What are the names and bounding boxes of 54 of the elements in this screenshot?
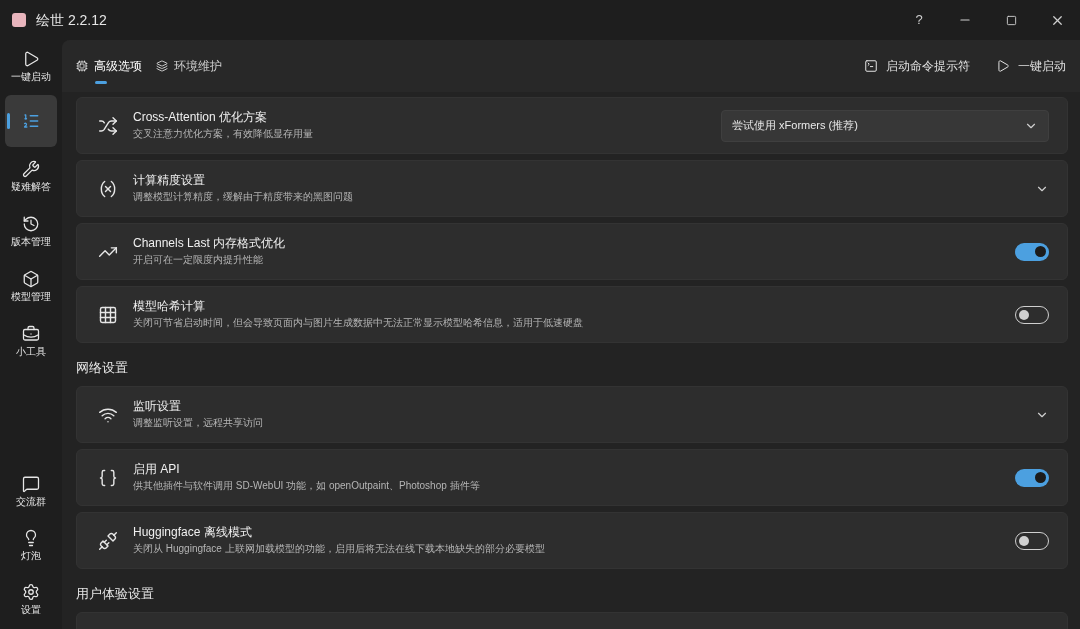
layers-icon <box>156 60 168 72</box>
maximize-icon <box>1005 14 1017 26</box>
toolbar-button[interactable]: 启动命令提示符 <box>864 50 970 82</box>
setting-title: Channels Last 内存格式优化 <box>133 236 287 252</box>
braces-icon <box>98 467 118 488</box>
list-icon <box>22 112 40 130</box>
setting-title: 启用 API <box>133 462 181 478</box>
history-icon <box>22 215 40 233</box>
play-icon <box>996 59 1010 73</box>
wrench-icon <box>22 160 40 178</box>
setting-description: 调整监听设置，远程共享访问 <box>133 417 264 430</box>
sidebar-item[interactable]: 设置 <box>5 573 57 625</box>
sidebar-item[interactable]: 小工具 <box>5 315 57 367</box>
setting-description: 开启可在一定限度内提升性能 <box>133 254 264 267</box>
sidebar-item[interactable]: 疑难解答 <box>5 150 57 202</box>
sidebar-item[interactable]: 交流群 <box>5 465 57 517</box>
toolbar-button[interactable]: 一键启动 <box>996 50 1066 82</box>
setting-description: 关闭从 Huggingface 上联网加载模型的功能，启用后将无法在线下载本地缺失的部分必要模型 <box>133 543 546 556</box>
play-icon <box>22 50 40 68</box>
grid-icon <box>98 304 118 325</box>
selection-indicator <box>7 113 10 129</box>
toggle-switch[interactable] <box>1015 468 1049 487</box>
setting-title: Cross-Attention 优化方案 <box>133 110 269 126</box>
setting-title: 计算精度设置 <box>133 173 206 189</box>
terminal-icon <box>864 59 878 73</box>
section-heading: 网络设置 <box>76 360 129 377</box>
tab[interactable]: 高级选项 <box>70 46 148 86</box>
settings-icon <box>22 583 40 601</box>
setting-title: 模型哈希计算 <box>133 299 206 315</box>
toolbox-icon <box>22 325 40 343</box>
tab[interactable]: 环境维护 <box>150 46 228 86</box>
toggle-switch[interactable] <box>1015 242 1049 261</box>
setting-description: 调整模型计算精度，缓解由于精度带来的黑图问题 <box>133 191 354 204</box>
setting-title: 监听设置 <box>133 399 182 415</box>
sidebar-item[interactable]: 版本管理 <box>5 205 57 257</box>
setting-description: 交叉注意力优化方案，有效降低显存用量 <box>133 128 314 141</box>
setting-description: 供其他插件与软件调用 SD-WebUI 功能，如 openOutpaint、Photoshop 插件等 <box>133 480 481 493</box>
app-logo-icon <box>12 13 26 27</box>
variable-icon <box>98 178 118 199</box>
cube-icon <box>22 270 40 288</box>
plug-icon <box>98 530 118 551</box>
setting-title: Huggingface 离线模式 <box>133 525 253 541</box>
sidebar-item[interactable]: 一键启动 <box>5 40 57 92</box>
window-title: 绘世 2.2.12 <box>36 10 107 30</box>
setting-description: 关闭可节省启动时间，但会导致页面内与图片生成数据中无法正常显示模型哈希信息，适用于低速硬盘 <box>133 317 584 330</box>
shuffle-icon <box>98 115 118 136</box>
help-button[interactable]: ? <box>896 4 942 36</box>
section-heading: 用户体验设置 <box>76 586 155 603</box>
sidebar-item[interactable]: 灯泡 <box>5 519 57 571</box>
chip-icon <box>76 60 88 72</box>
dropdown[interactable]: 尝试使用 xFormers (推荐) <box>721 109 1049 142</box>
sidebar-item[interactable] <box>5 95 57 147</box>
sidebar-item[interactable]: 模型管理 <box>5 260 57 312</box>
chat-icon <box>22 475 40 493</box>
